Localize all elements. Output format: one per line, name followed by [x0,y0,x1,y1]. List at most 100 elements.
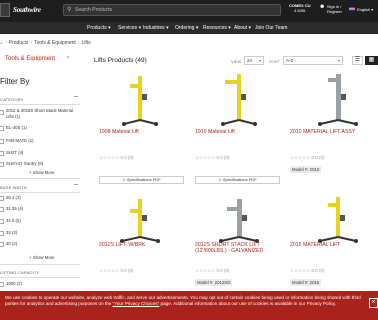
checkbox[interactable] [0,196,4,201]
home-icon[interactable]: ⌂ [0,40,3,46]
grid-view-button[interactable]: ▦ [365,56,378,65]
results-title: Lifts Products (49) [94,57,147,64]
view-select[interactable]: 24 ▾ [244,56,264,65]
language-selector[interactable]: English ▾ [357,7,373,12]
checkbox[interactable] [0,110,4,115]
product-rating: ☆☆☆☆☆ 0.0 (0) [99,155,133,161]
product-rating: ☆☆☆☆☆ 0.0 (0) [195,268,229,274]
collapse-icon[interactable]: − [74,94,78,101]
user-icon[interactable]: ☻ [319,4,325,10]
facet-option[interactable]: 2012 & 2016S Short Stack Material Lifts … [6,108,82,120]
logo-badge[interactable] [0,3,10,17]
sort-label: SORT [269,59,281,64]
cookie-text-2: page. Additional information about our u… [159,301,337,306]
signin-link[interactable]: Sign in / Register [327,4,342,14]
model-number-badge: Model #: 2015 [290,279,322,286]
facet-option[interactable]: SH2T (4) [6,150,82,156]
nav-products[interactable]: Products ▾ [87,25,111,31]
facet-option[interactable]: 26.4 (3) [6,195,82,201]
nav-ordering[interactable]: Ordering ▾ [175,25,198,31]
breadcrumb-tools[interactable]: Tools & Equipment [34,40,76,46]
rating-value: 0.0 (0) [311,268,325,273]
facet-category-title: CATEGORY [0,97,24,102]
nav-industries[interactable]: Industries ▾ [143,25,169,31]
product-image[interactable] [215,72,263,126]
checkbox[interactable] [0,231,4,236]
nav-label: Join Our Team [255,25,288,31]
nav-label: Industries [143,25,165,31]
product-image[interactable] [116,197,164,243]
facet-option[interactable]: 32 (2) [6,230,82,236]
nav-label: Services [118,25,138,31]
sort-select[interactable]: A-Z ▾ [283,56,343,65]
product-image[interactable] [314,195,362,243]
view-value: 24 [247,58,253,63]
product-rating: ☆☆☆☆☆ 0.0 (0) [195,155,229,161]
search-placeholder: Search Products [75,7,112,13]
collapse-icon[interactable]: − [74,182,78,189]
nav-resources[interactable]: Resources ▾ [203,25,231,31]
product-rating: ☆☆☆☆☆ 0.0 (0) [290,155,324,161]
show-more-link[interactable]: + Show More [29,170,54,175]
spec-label: Specifications PDF [222,177,257,182]
breadcrumb-products[interactable]: Products [9,40,29,46]
facet-option[interactable]: EL-40S (1) [6,125,82,131]
download-icon: ⇩ [122,177,126,182]
sort-value: A-Z [286,58,294,63]
product-image[interactable] [116,74,164,126]
facet-option[interactable]: 40 (2) [6,241,82,247]
facet-divider [0,264,80,265]
checkbox[interactable] [0,151,4,156]
filter-by-heading: Filter By [0,77,30,86]
product-title[interactable]: 2010 MATERIAL LIFT ASSY [290,129,375,135]
product-title[interactable]: 2012S SHORT STACK LIFT (12'/800LBS.) - G… [195,242,280,254]
nav-label: About [234,25,248,31]
facet-option[interactable]: SHSY47 Gantry (8) [6,161,82,167]
nav-label: Ordering [175,25,195,31]
product-rating: ☆☆☆☆☆ 0.0 (0) [99,268,133,274]
rating-value: 0.0 (0) [311,155,325,160]
product-title[interactable]: 1908 Material Lift [99,129,184,135]
facet-option[interactable]: 31.25 (4) [6,206,82,212]
product-image[interactable] [215,197,263,243]
language-label: English [357,7,371,12]
close-icon[interactable]: × [369,298,378,308]
checkbox[interactable] [0,242,4,247]
show-more-link[interactable]: + Show More [29,255,54,260]
logo[interactable]: Southwire [13,6,41,14]
product-title[interactable]: 1910 Material Lift [195,129,280,135]
checkbox[interactable] [0,162,4,167]
rating-value: 0.0 (0) [120,155,134,160]
nav-services[interactable]: Services ▾ [118,25,141,31]
nav-about[interactable]: About ▾ [234,25,251,31]
chevron-down-icon: ▾ [258,58,261,63]
search-icon: ⚲ [67,7,72,13]
nav-join-our-team[interactable]: Join Our Team [255,25,287,31]
rating-value: 0.0 (0) [120,268,134,273]
checkbox[interactable] [0,207,4,212]
facet-option[interactable]: FAB-MATE (1) [6,138,82,144]
facet-option[interactable]: 1000 (2) [6,281,82,287]
checkbox[interactable] [0,219,4,224]
checkbox[interactable] [0,139,4,144]
spec-pdf-button[interactable]: ⇩ Specifications PDF [195,176,280,184]
cookie-message: We use cookies to operate our website, a… [5,295,363,307]
list-view-button[interactable]: ☰ [352,56,363,65]
privacy-choices-link[interactable]: "Your Privacy Choices" [113,301,160,306]
facet-divider [0,104,80,105]
checkbox[interactable] [0,282,4,287]
download-icon: ⇩ [218,177,222,182]
checkbox[interactable] [0,126,4,131]
product-title[interactable]: 2012S LIFT, W/BRK [99,242,184,248]
breadcrumb-lifts: Lifts [81,40,91,46]
category-heading[interactable]: Tools & Equipment [5,56,55,62]
spec-label: Specifications PDF [126,177,161,182]
product-image[interactable] [314,72,362,126]
chevron-right-icon[interactable]: › [67,55,69,61]
product-title[interactable]: 2015 MATERIAL LIFT [290,242,375,248]
star-rating-icon: ☆☆☆☆☆ [290,155,311,160]
facet-lifting-capacity-title: LIFTING CAPACITY [0,270,40,275]
facet-option[interactable]: 31.5 (5) [6,218,82,224]
breadcrumb: ⌂ › Products › Tools & Equipment › Lifts [0,40,91,46]
spec-pdf-button[interactable]: ⇩ Specifications PDF [99,176,184,184]
